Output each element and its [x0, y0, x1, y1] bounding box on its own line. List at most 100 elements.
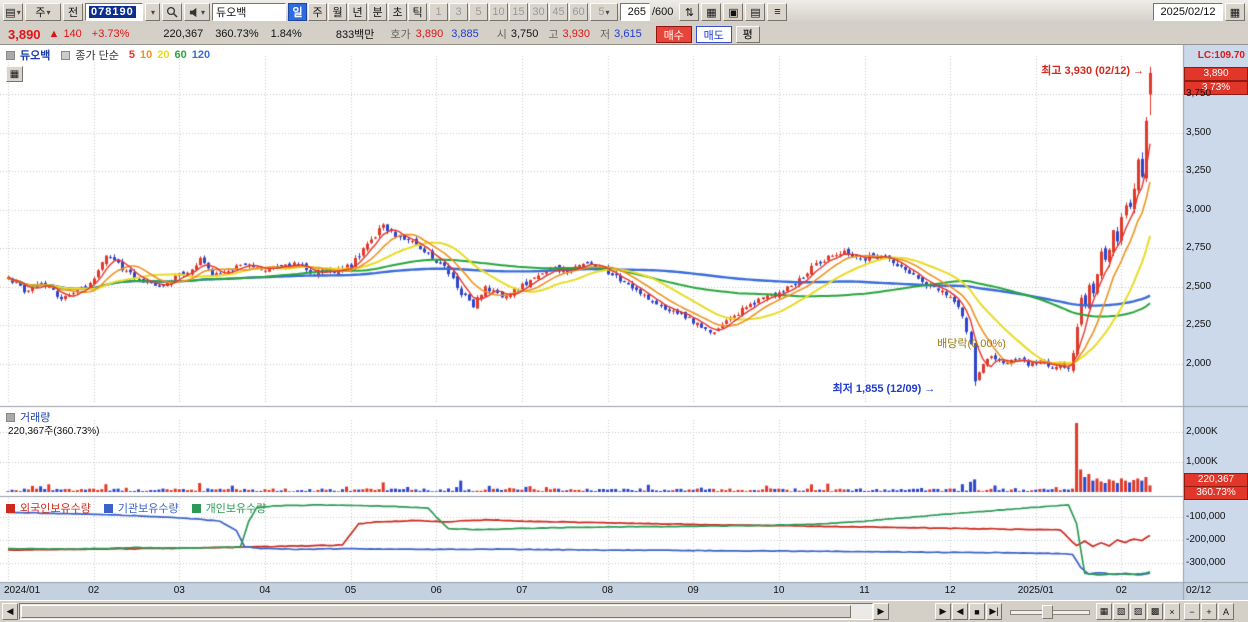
- speed-slider[interactable]: [1010, 603, 1090, 620]
- ma-10-label: 10: [140, 49, 153, 61]
- zoom-in-button[interactable]: +: [1201, 603, 1217, 620]
- x-axis-tick: 08: [601, 585, 614, 596]
- scroll-right-button[interactable]: ▶: [873, 603, 889, 620]
- zoom-controls: − + A: [1184, 603, 1234, 620]
- minute-button-60[interactable]: 60: [569, 3, 588, 21]
- current-price: 3,890: [8, 26, 41, 42]
- search-button[interactable]: [162, 3, 182, 21]
- clear-tools-button[interactable]: ×: [1164, 603, 1180, 620]
- x-axis-tick: 04: [259, 585, 271, 596]
- volume-axis-tick: 1,000K: [1186, 456, 1218, 467]
- period-tab-주[interactable]: 주: [308, 3, 327, 21]
- ma-5-label: 5: [128, 49, 136, 61]
- stock-code-input[interactable]: 078190: [85, 3, 143, 21]
- period-tab-일[interactable]: 일: [288, 3, 307, 21]
- zoom-out-button[interactable]: −: [1184, 603, 1200, 620]
- minute-button-3[interactable]: 3: [449, 3, 468, 21]
- x-axis-end-label: 02/12: [1186, 585, 1212, 596]
- trade-amount: 833백만: [335, 29, 375, 41]
- play-forward-button[interactable]: ▶: [935, 603, 951, 620]
- save-chart-icon[interactable]: ▣: [723, 3, 744, 21]
- annotation-low: 최저 1,855 (12/09) →: [833, 380, 936, 396]
- minute-button-15[interactable]: 15: [509, 3, 528, 21]
- period-tab-분[interactable]: 분: [368, 3, 387, 21]
- minute-button-1[interactable]: 1: [429, 3, 448, 21]
- buy-button[interactable]: 매수: [655, 25, 692, 43]
- annotation-high: 최고 3,930 (02/12) →: [1041, 62, 1144, 78]
- period-tabs: 일주월년분초틱: [288, 3, 427, 21]
- hoga-label: 호가: [390, 29, 411, 41]
- change-value: 140: [63, 28, 82, 40]
- ownership-legend-기관보유수량: 기관보유수량: [117, 503, 179, 515]
- chart-canvas[interactable]: [0, 44, 1248, 600]
- period-cycle-combo[interactable]: 주 ▾: [25, 3, 61, 21]
- scroll-left-button[interactable]: ◀: [2, 603, 18, 620]
- stop-button[interactable]: ■: [969, 603, 985, 620]
- play-backward-button[interactable]: ◀: [952, 603, 968, 620]
- annotation-high-arrow-icon: →: [1133, 64, 1144, 77]
- chart-layout-icon[interactable]: ▦: [701, 3, 722, 21]
- code-dropdown-button[interactable]: ▾: [145, 3, 160, 21]
- calendar-icon[interactable]: ▦: [1225, 3, 1245, 21]
- x-axis-tick: 06: [430, 585, 442, 596]
- x-axis-tick: 05: [345, 585, 357, 596]
- scrollbar-track[interactable]: [19, 603, 873, 620]
- indicator-setup-button[interactable]: ▨: [1130, 603, 1146, 620]
- x-axis-tick: 11: [859, 585, 870, 596]
- avg-button[interactable]: 평: [735, 25, 760, 43]
- annotation-low-text: 최저 1,855 (12/09): [832, 382, 922, 395]
- x-axis-tick: 10: [773, 585, 785, 596]
- playback-controls: ▶ ◀ ■ ▶|: [935, 603, 1002, 620]
- legend-chip-icon: [6, 50, 15, 60]
- period-tab-틱[interactable]: 틱: [408, 3, 427, 21]
- speed-slider-thumb[interactable]: [1042, 605, 1053, 619]
- period-tab-월[interactable]: 월: [328, 3, 347, 21]
- chart-type-button[interactable]: ▦: [1096, 603, 1112, 620]
- top-toolbar: ▤ ▾ 주 ▾ 전 078190 ▾ ▾ 듀오백 일주월년분초틱 1 3 5 10 15 30…: [0, 0, 1248, 25]
- high-label: 고: [548, 29, 559, 41]
- tick-count-combo[interactable]: 5 ▾: [590, 3, 618, 21]
- ownership-legend-chip-icon: [103, 503, 113, 513]
- period-tab-초[interactable]: 초: [388, 3, 407, 21]
- ma-20-label: 20: [157, 49, 170, 61]
- window-menu-icon[interactable]: ▤ ▾: [3, 3, 23, 21]
- ownership-legend-chip-icon: [191, 503, 201, 513]
- print-chart-icon[interactable]: ▤: [745, 3, 766, 21]
- low-label: 저: [600, 29, 611, 41]
- updown-icon[interactable]: ⇅: [679, 3, 700, 21]
- minute-button-5[interactable]: 5: [469, 3, 488, 21]
- change-arrow-icon: ▲: [48, 28, 60, 40]
- open-price: 3,750: [510, 28, 539, 40]
- period-cycle-value: 주: [35, 7, 46, 19]
- x-axis-tick: 03: [173, 585, 185, 596]
- bottom-toolbar: ◀ ▶ ▶ ◀ ■ ▶| ▦ ▧ ▨ ▩ × − + A: [0, 600, 1248, 622]
- volume-value: 220,367: [163, 28, 204, 40]
- pattern-tool-button[interactable]: ▩: [1147, 603, 1163, 620]
- high-price: 3,930: [562, 28, 591, 40]
- lc-label: LC:109.70: [1197, 50, 1245, 61]
- chart-menu-icon[interactable]: ≡: [767, 3, 788, 21]
- chart-tool-icon[interactable]: ▦: [6, 66, 23, 82]
- current-price-badge: 3,890: [1184, 66, 1248, 81]
- minute-button-30[interactable]: 30: [529, 3, 548, 21]
- legend-stock-name: 듀오백: [20, 50, 51, 62]
- minute-button-10[interactable]: 10: [489, 3, 508, 21]
- speaker-icon: [189, 7, 197, 17]
- region-zoom-button[interactable]: ▧: [1113, 603, 1129, 620]
- step-forward-button[interactable]: ▶|: [986, 603, 1002, 620]
- volume-axis-tick: 2,000K: [1186, 426, 1218, 437]
- x-axis-tick: 02: [88, 585, 100, 596]
- ma-120-label: 120: [191, 49, 211, 61]
- sound-button[interactable]: ▾: [184, 3, 210, 21]
- scrollbar-thumb[interactable]: [21, 605, 851, 618]
- sell-button[interactable]: 매도: [695, 25, 732, 43]
- prev-stock-button[interactable]: 전: [63, 3, 83, 21]
- auto-scale-button[interactable]: A: [1218, 603, 1234, 620]
- legend-ma-type: 종가 단순: [75, 50, 119, 62]
- turnover-percent: 1.84%: [270, 28, 302, 40]
- date-input[interactable]: 2025/02/12: [1153, 3, 1223, 21]
- ask-price: 3,890: [415, 28, 444, 40]
- ma-60-label: 60: [174, 49, 187, 61]
- period-tab-년[interactable]: 년: [348, 3, 367, 21]
- minute-button-45[interactable]: 45: [549, 3, 568, 21]
